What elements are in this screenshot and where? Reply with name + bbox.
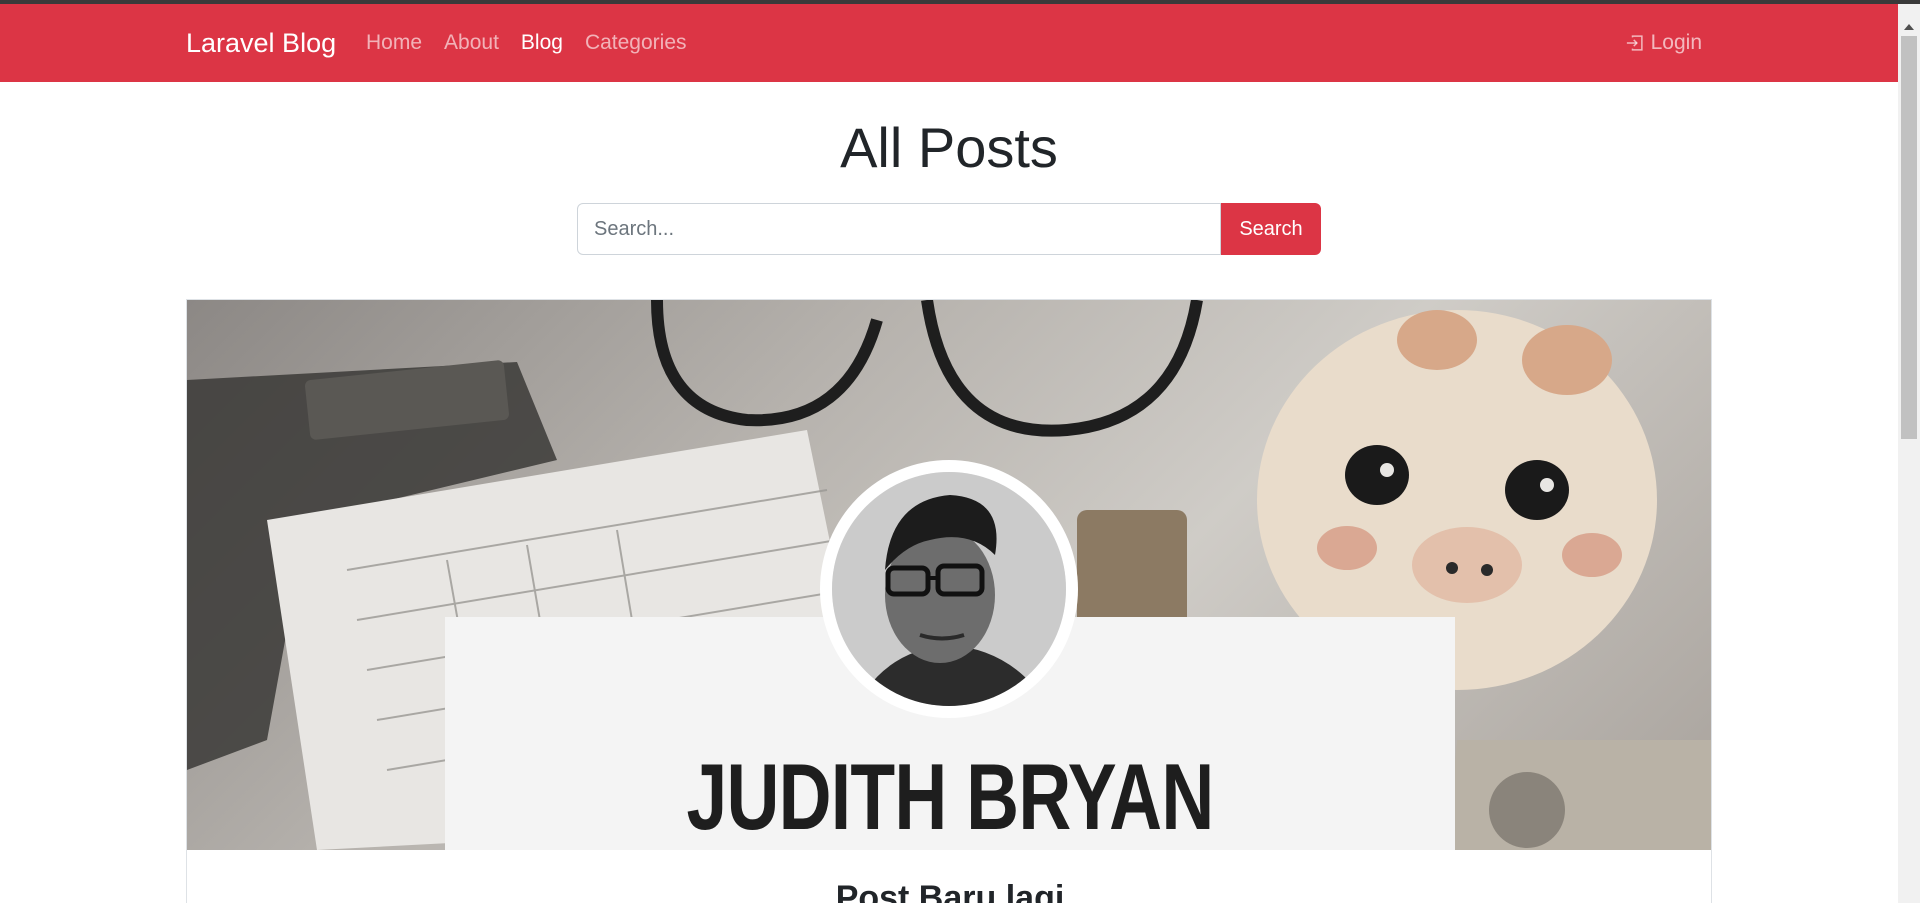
login-link[interactable]: Login (1625, 30, 1702, 56)
nav-links: Home About Blog Categories (366, 30, 687, 56)
brand-link[interactable]: Laravel Blog (186, 26, 336, 60)
post-card: JUDITH BRYAN LEONARD SIE (186, 299, 1712, 903)
box-arrow-in-right-icon (1625, 33, 1645, 53)
page-scrollbar[interactable] (1898, 4, 1920, 903)
nav-link-home[interactable]: Home (366, 30, 422, 56)
post-hero-image: JUDITH BRYAN LEONARD SIE (187, 300, 1711, 851)
hero-author-name: JUDITH BRYAN LEONARD SIE (686, 744, 1214, 851)
navbar: Laravel Blog Home About Blog Categories … (0, 4, 1898, 82)
author-avatar (820, 460, 1078, 718)
search-form: Search (577, 203, 1321, 255)
nav-link-about[interactable]: About (444, 30, 499, 56)
post-title[interactable]: Post Baru lagi (187, 878, 1711, 903)
nav-link-blog[interactable]: Blog (521, 30, 563, 56)
page-title: All Posts (840, 116, 1058, 179)
nav-link-categories[interactable]: Categories (585, 30, 687, 56)
search-input[interactable] (577, 203, 1221, 255)
search-button[interactable]: Search (1221, 203, 1321, 255)
scrollbar-thumb[interactable] (1901, 36, 1917, 439)
login-label: Login (1650, 31, 1702, 54)
scroll-up-arrow-icon[interactable] (1904, 24, 1914, 30)
